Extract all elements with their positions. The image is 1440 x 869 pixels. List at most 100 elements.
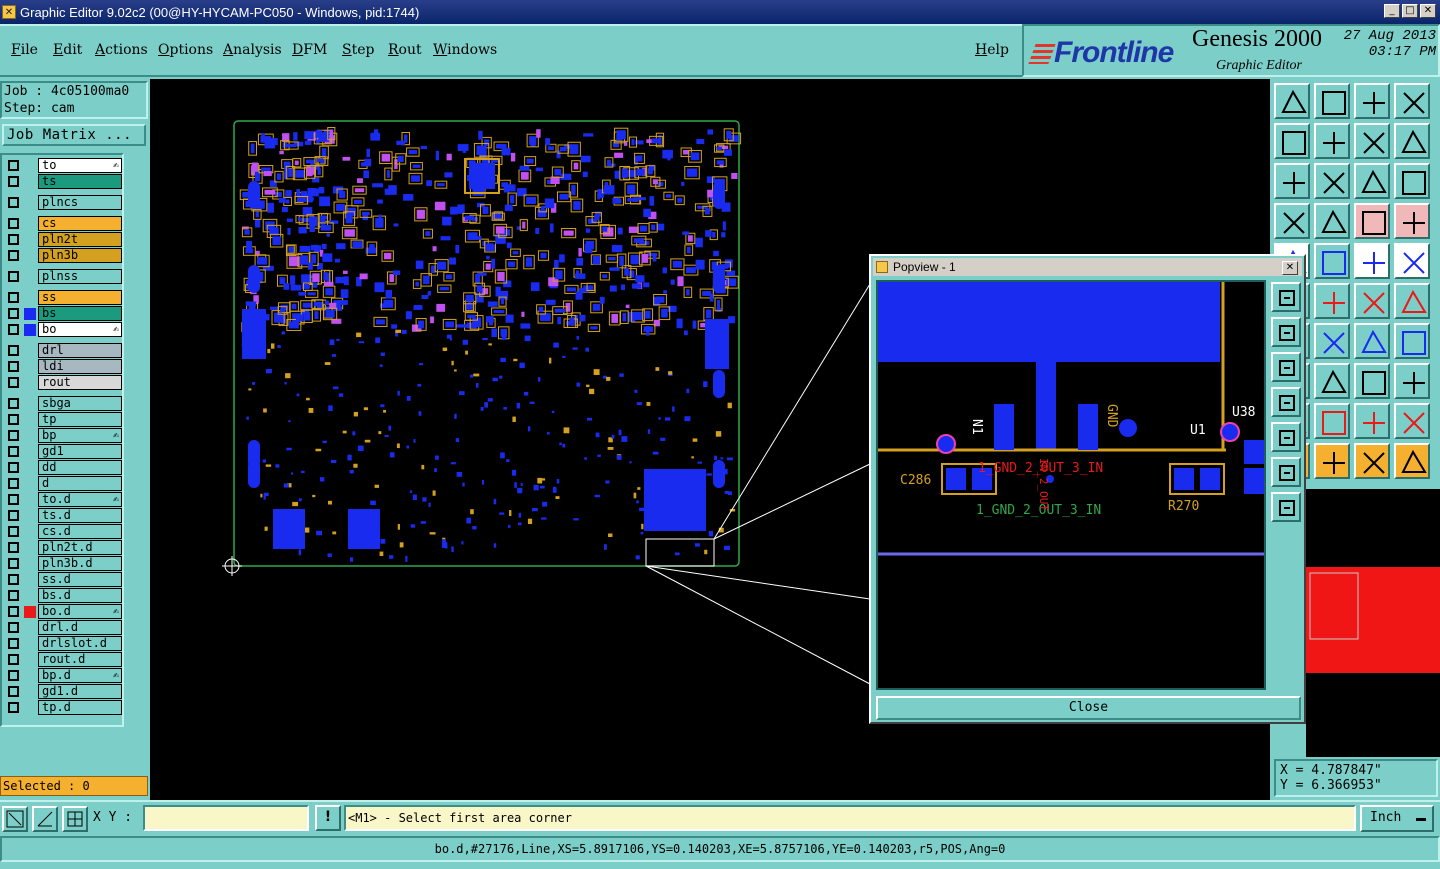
layer-checkbox[interactable] xyxy=(8,308,19,319)
cursor-select-icon[interactable] xyxy=(1354,443,1390,479)
scale-icon[interactable] xyxy=(1354,163,1390,199)
layer-row-cs[interactable]: cs xyxy=(4,216,122,231)
arc-tri-icon[interactable] xyxy=(1314,403,1350,439)
layer-row-pln2t[interactable]: pln2t xyxy=(4,232,122,247)
layer-name[interactable]: tp.d xyxy=(38,700,122,715)
layer-row-bp[interactable]: bp ✍ xyxy=(4,428,122,443)
layer-row-sbga[interactable]: sbga xyxy=(4,396,122,411)
units-dropdown[interactable]: Inch xyxy=(1360,805,1434,832)
layer-checkbox[interactable] xyxy=(8,574,19,585)
layer-checkbox[interactable] xyxy=(8,218,19,229)
layer-checkbox[interactable] xyxy=(8,197,19,208)
layer-snap-red-icon[interactable] xyxy=(1394,203,1430,239)
grid-toggle-icon[interactable] xyxy=(1314,203,1350,239)
layer-row-to-d[interactable]: to.d ✍ xyxy=(4,492,122,507)
layer-row-pln3b[interactable]: pln3b xyxy=(4,248,122,263)
pv-center-icon[interactable] xyxy=(1271,492,1301,522)
layer-name[interactable]: bo.d ✍ xyxy=(38,604,122,619)
layer-row-ss-d[interactable]: ss.d xyxy=(4,572,122,587)
minimize-button[interactable]: _ xyxy=(1384,4,1400,18)
layer-name[interactable]: gd1 xyxy=(38,444,122,459)
layer-name[interactable]: to.d ✍ xyxy=(38,492,122,507)
window-title-bar[interactable]: ✕ Graphic Editor 9.02c2 (00@HY-HYCAM-PC0… xyxy=(0,0,1440,24)
layer-name[interactable]: drlslot.d xyxy=(38,636,122,651)
measure-icon[interactable] xyxy=(32,806,58,832)
popview-close-button[interactable]: Close xyxy=(876,696,1301,720)
layer-checkbox[interactable] xyxy=(8,398,19,409)
layer-checkbox[interactable] xyxy=(8,324,19,335)
grid-icon[interactable] xyxy=(62,806,88,832)
layer-checkbox[interactable] xyxy=(8,271,19,282)
popview-title-bar[interactable]: Popview - 1 ✕ xyxy=(873,258,1302,276)
menu-actions[interactable]: Actions xyxy=(95,42,148,58)
layer-checkbox[interactable] xyxy=(8,510,19,521)
layer-row-bs-d[interactable]: bs.d xyxy=(4,588,122,603)
menu-edit[interactable]: Edit xyxy=(53,42,82,58)
popview-close-icon[interactable]: ✕ xyxy=(1282,261,1298,275)
layer-name[interactable]: pln3b xyxy=(38,248,122,263)
help-query-icon[interactable] xyxy=(1394,163,1430,199)
cursor-highlight-icon[interactable] xyxy=(1314,443,1350,479)
layer-row-pln2t-d[interactable]: pln2t.d xyxy=(4,540,122,555)
layer-row-gd1-d[interactable]: gd1.d xyxy=(4,684,122,699)
layer-row-rout[interactable]: rout xyxy=(4,375,122,390)
layer-checkbox[interactable] xyxy=(8,250,19,261)
layer-checkbox[interactable] xyxy=(8,462,19,473)
layer-checkbox[interactable] xyxy=(8,160,19,171)
merge-icon[interactable] xyxy=(1394,323,1430,359)
menu-options[interactable]: Options xyxy=(158,42,213,58)
alert-icon[interactable]: ! xyxy=(315,805,341,831)
layer-checkbox[interactable] xyxy=(8,430,19,441)
menu-windows[interactable]: Windows xyxy=(433,42,497,58)
ruler-icon[interactable] xyxy=(1354,243,1390,279)
pv-right-icon[interactable] xyxy=(1271,422,1301,452)
layer-row-tp[interactable]: tp xyxy=(4,412,122,427)
connect-icon[interactable] xyxy=(1314,283,1350,319)
layer-name[interactable]: to ✍ xyxy=(38,158,122,173)
zoom-out-icon[interactable] xyxy=(1354,123,1390,159)
zoom-board-icon[interactable] xyxy=(1274,163,1310,199)
zoom-home-icon[interactable] xyxy=(1354,83,1390,119)
maximize-button[interactable]: □ xyxy=(1402,4,1418,18)
layer-row-pln3b-d[interactable]: pln3b.d xyxy=(4,556,122,571)
layer-row-to[interactable]: to ✍ xyxy=(4,158,122,173)
layer-checkbox[interactable] xyxy=(8,638,19,649)
attribute-icon[interactable] xyxy=(1354,363,1390,399)
layer-name[interactable]: bs.d xyxy=(38,588,122,603)
layer-name[interactable]: gd1.d xyxy=(38,684,122,699)
layer-checkbox[interactable] xyxy=(8,654,19,665)
layer-checkbox[interactable] xyxy=(8,558,19,569)
pv-fit-icon[interactable] xyxy=(1271,457,1301,487)
layer-row-dd[interactable]: dd xyxy=(4,460,122,475)
snap-icon[interactable] xyxy=(2,806,28,832)
layer-name[interactable]: pln3b.d xyxy=(38,556,122,571)
layer-row-cs-d[interactable]: cs.d xyxy=(4,524,122,539)
layer-checkbox[interactable] xyxy=(8,292,19,303)
layer-checkbox[interactable] xyxy=(8,345,19,356)
draw-line-icon[interactable] xyxy=(1314,243,1350,279)
layer-checkbox[interactable] xyxy=(8,606,19,617)
layer-name[interactable]: ts xyxy=(38,174,122,189)
shape-icon[interactable] xyxy=(1394,363,1430,399)
layer-row-plnss[interactable]: plnss xyxy=(4,269,122,284)
layer-checkbox[interactable] xyxy=(8,176,19,187)
layer-name[interactable]: cs.d xyxy=(38,524,122,539)
layer-name[interactable]: dd xyxy=(38,460,122,475)
layer-checkbox[interactable] xyxy=(8,526,19,537)
measure-icon[interactable] xyxy=(1274,203,1310,239)
curve-icon[interactable] xyxy=(1314,323,1350,359)
menu-file[interactable]: File xyxy=(11,42,38,58)
layer-checkbox[interactable] xyxy=(8,446,19,457)
layer-name[interactable]: bo ✍ xyxy=(38,322,122,337)
layer-row-ts[interactable]: ts xyxy=(4,174,122,189)
layer-name[interactable]: ts.d xyxy=(38,508,122,523)
layer-row-tp-d[interactable]: tp.d xyxy=(4,700,122,715)
zoom-window-icon[interactable] xyxy=(1394,83,1430,119)
layer-checkbox[interactable] xyxy=(8,361,19,372)
arc-icon[interactable] xyxy=(1354,283,1390,319)
layer-name[interactable]: bs xyxy=(38,306,122,321)
pv-zoom-out-icon[interactable] xyxy=(1271,317,1301,347)
pad-icon[interactable] xyxy=(1394,243,1430,279)
close-window-button[interactable]: ✕ xyxy=(1420,4,1436,18)
layer-checkbox[interactable] xyxy=(8,414,19,425)
